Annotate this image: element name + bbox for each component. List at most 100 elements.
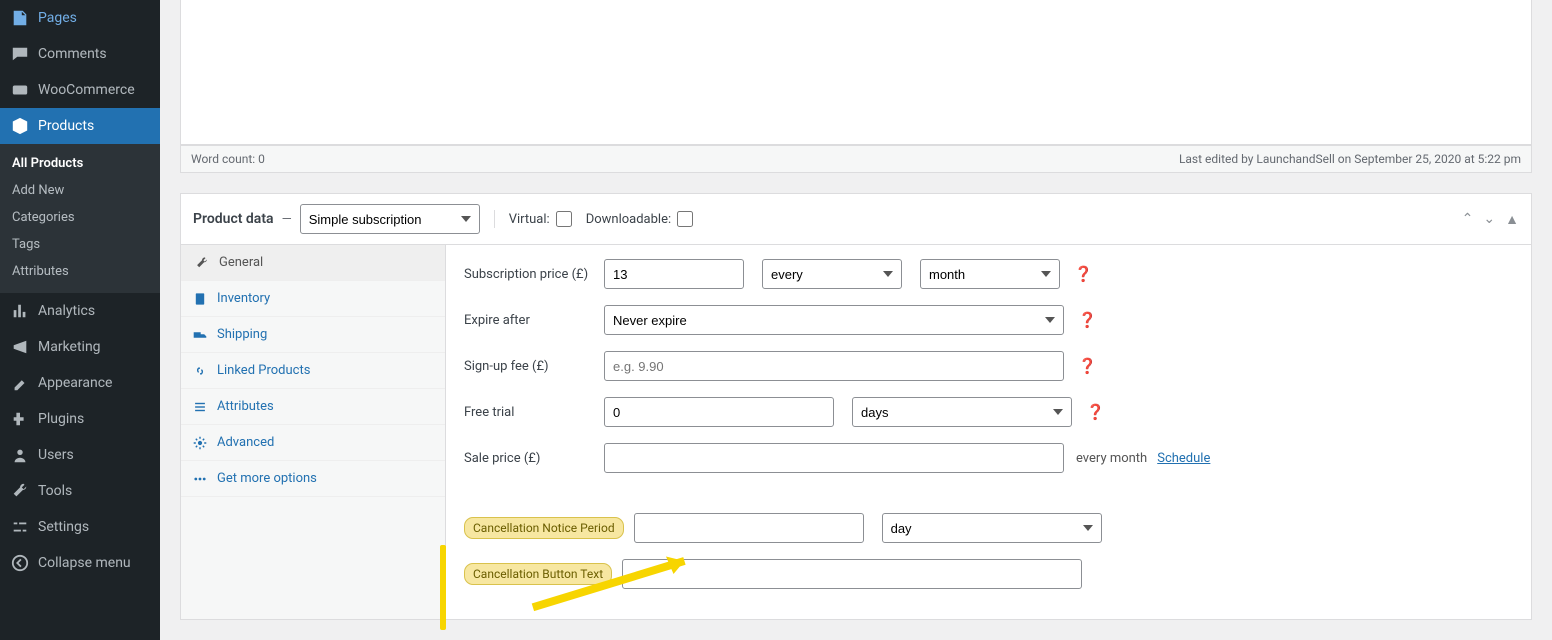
truck-icon bbox=[193, 328, 209, 342]
appearance-icon bbox=[10, 373, 30, 393]
row-expire-after: Expire after Never expire ❓ bbox=[464, 305, 1513, 335]
input-signup-fee[interactable] bbox=[604, 351, 1064, 381]
tab-attributes[interactable]: Attributes bbox=[181, 389, 445, 425]
select-expire-after[interactable]: Never expire bbox=[604, 305, 1064, 335]
sidebar-label: Settings bbox=[38, 519, 89, 535]
submenu-categories[interactable]: Categories bbox=[0, 204, 160, 231]
select-cancel-notice-unit[interactable]: day bbox=[882, 513, 1102, 543]
sidebar-collapse[interactable]: Collapse menu bbox=[0, 545, 160, 581]
input-subscription-price[interactable] bbox=[604, 259, 744, 289]
products-icon bbox=[10, 116, 30, 136]
tab-general[interactable]: General bbox=[181, 245, 445, 281]
row-subscription-price: Subscription price (£) every month ❓ bbox=[464, 259, 1513, 289]
comment-icon bbox=[10, 44, 30, 64]
sidebar-label: Collapse menu bbox=[38, 555, 131, 571]
sidebar-item-settings[interactable]: Settings bbox=[0, 509, 160, 545]
submenu-add-new[interactable]: Add New bbox=[0, 177, 160, 204]
more-icon bbox=[193, 472, 209, 486]
sidebar-label: Marketing bbox=[38, 339, 101, 355]
help-icon[interactable]: ❓ bbox=[1086, 403, 1105, 421]
separator bbox=[494, 210, 495, 228]
virtual-label: Virtual: bbox=[509, 212, 550, 227]
select-trial-unit[interactable]: days bbox=[852, 397, 1072, 427]
main-content: Word count: 0 Last edited by LaunchandSe… bbox=[160, 0, 1552, 640]
tab-label: Inventory bbox=[217, 291, 270, 306]
wrench-icon bbox=[195, 256, 211, 270]
tab-shipping[interactable]: Shipping bbox=[181, 317, 445, 353]
tab-inventory[interactable]: Inventory bbox=[181, 281, 445, 317]
sidebar-label: Appearance bbox=[38, 375, 112, 391]
tab-advanced[interactable]: Advanced bbox=[181, 425, 445, 461]
woocommerce-icon bbox=[10, 80, 30, 100]
product-type-select[interactable]: Simple subscription bbox=[300, 204, 480, 234]
sidebar-label: WooCommerce bbox=[38, 82, 135, 98]
input-sale-price[interactable] bbox=[604, 443, 1064, 473]
sidebar-label: Users bbox=[38, 447, 74, 463]
label-expire-after: Expire after bbox=[464, 313, 604, 328]
tab-label: Shipping bbox=[217, 327, 267, 342]
submenu-tags[interactable]: Tags bbox=[0, 231, 160, 258]
gear-icon bbox=[193, 436, 209, 450]
last-edited: Last edited by LaunchandSell on Septembe… bbox=[1179, 152, 1521, 166]
settings-icon bbox=[10, 517, 30, 537]
virtual-checkbox[interactable] bbox=[556, 211, 572, 227]
link-schedule[interactable]: Schedule bbox=[1157, 451, 1210, 466]
input-trial-length[interactable] bbox=[604, 397, 834, 427]
sidebar-item-products[interactable]: Products bbox=[0, 108, 160, 144]
virtual-checkbox-label[interactable]: Virtual: bbox=[509, 211, 572, 227]
tab-get-more[interactable]: Get more options bbox=[181, 461, 445, 497]
annotation-arrow bbox=[524, 547, 708, 616]
product-data-panel: Product data — Simple subscription Virtu… bbox=[180, 193, 1532, 620]
marketing-icon bbox=[10, 337, 30, 357]
label-subscription-price: Subscription price (£) bbox=[464, 267, 604, 282]
row-cancel-notice: Cancellation Notice Period day bbox=[464, 513, 1513, 543]
collapse-icon bbox=[10, 553, 30, 573]
panel-move-down-icon[interactable]: ⌄ bbox=[1483, 211, 1495, 228]
tab-label: Attributes bbox=[217, 399, 274, 414]
input-cancel-notice[interactable] bbox=[634, 513, 864, 543]
link-icon bbox=[193, 364, 209, 378]
tab-linked-products[interactable]: Linked Products bbox=[181, 353, 445, 389]
row-signup-fee: Sign-up fee (£) ❓ bbox=[464, 351, 1513, 381]
sidebar-item-plugins[interactable]: Plugins bbox=[0, 401, 160, 437]
list-icon bbox=[193, 400, 209, 414]
admin-sidebar: Pages Comments WooCommerce Products All … bbox=[0, 0, 160, 640]
panel-title: Product data bbox=[193, 211, 274, 227]
downloadable-label: Downloadable: bbox=[586, 212, 671, 227]
downloadable-checkbox[interactable] bbox=[677, 211, 693, 227]
label-cancel-notice: Cancellation Notice Period bbox=[464, 517, 624, 539]
sidebar-item-marketing[interactable]: Marketing bbox=[0, 329, 160, 365]
sale-price-suffix: every month bbox=[1076, 451, 1147, 466]
help-icon[interactable]: ❓ bbox=[1074, 265, 1093, 283]
select-billing-interval[interactable]: every bbox=[762, 259, 902, 289]
panel-move-up-icon[interactable]: ⌃ bbox=[1462, 211, 1474, 228]
tab-label: Get more options bbox=[217, 471, 317, 486]
pages-icon bbox=[10, 8, 30, 28]
sidebar-label: Analytics bbox=[38, 303, 95, 319]
label-free-trial: Free trial bbox=[464, 405, 604, 420]
panel-toggle-icon[interactable]: ▲ bbox=[1505, 211, 1519, 228]
downloadable-checkbox-label[interactable]: Downloadable: bbox=[586, 211, 693, 227]
general-fields: Subscription price (£) every month ❓ Exp… bbox=[446, 245, 1531, 619]
sidebar-item-appearance[interactable]: Appearance bbox=[0, 365, 160, 401]
sidebar-item-users[interactable]: Users bbox=[0, 437, 160, 473]
sidebar-item-comments[interactable]: Comments bbox=[0, 36, 160, 72]
select-billing-period[interactable]: month bbox=[920, 259, 1060, 289]
products-submenu: All Products Add New Categories Tags Att… bbox=[0, 144, 160, 293]
tab-label: Linked Products bbox=[217, 363, 310, 378]
clipboard-icon bbox=[193, 292, 209, 306]
sidebar-item-woocommerce[interactable]: WooCommerce bbox=[0, 72, 160, 108]
sidebar-label: Products bbox=[38, 118, 94, 134]
sidebar-item-pages[interactable]: Pages bbox=[0, 0, 160, 36]
submenu-all-products[interactable]: All Products bbox=[0, 150, 160, 177]
product-tabs: General Inventory Shipping Linked Produc… bbox=[181, 245, 446, 619]
sidebar-item-analytics[interactable]: Analytics bbox=[0, 293, 160, 329]
sidebar-label: Tools bbox=[38, 483, 72, 499]
editor-area[interactable] bbox=[180, 0, 1532, 145]
submenu-attributes[interactable]: Attributes bbox=[0, 258, 160, 285]
help-icon[interactable]: ❓ bbox=[1078, 357, 1097, 375]
sidebar-item-tools[interactable]: Tools bbox=[0, 473, 160, 509]
word-count: Word count: 0 bbox=[191, 152, 265, 166]
editor-status-bar: Word count: 0 Last edited by LaunchandSe… bbox=[180, 145, 1532, 173]
help-icon[interactable]: ❓ bbox=[1078, 311, 1097, 329]
